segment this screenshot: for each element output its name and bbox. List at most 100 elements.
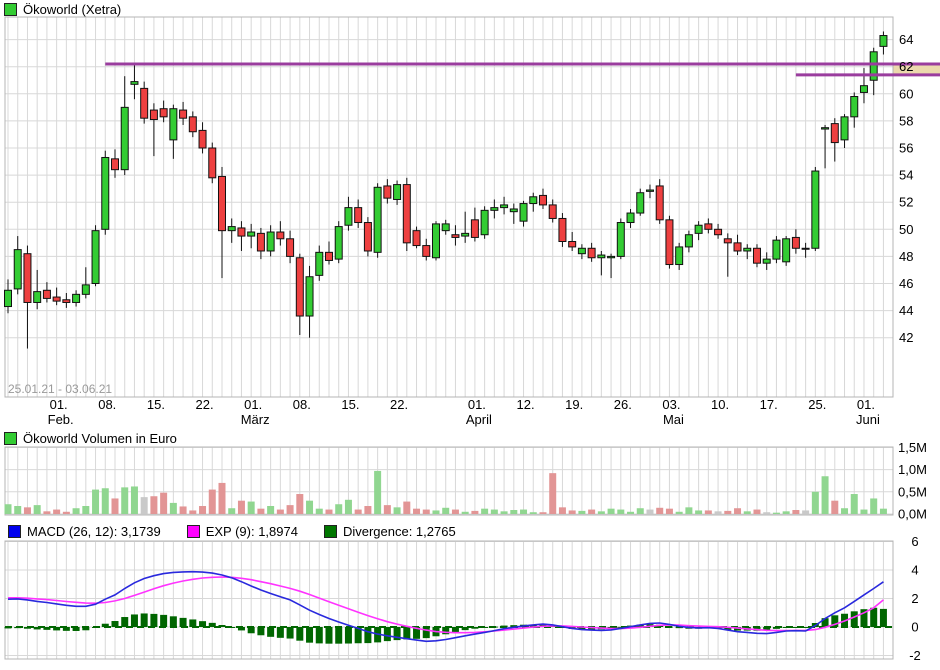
volume-bar [296, 494, 303, 514]
volume-bar [180, 506, 187, 514]
volume-bar [685, 507, 692, 514]
candle [880, 36, 887, 47]
volume-bar [491, 510, 498, 514]
candle [374, 187, 381, 252]
divergence-bar [131, 614, 138, 627]
volume-bar [394, 507, 401, 514]
divergence-bar [267, 627, 274, 637]
price-axis-label: 42 [899, 330, 913, 345]
divergence-bar [238, 627, 245, 630]
volume-bar [364, 506, 371, 514]
volume-bar [851, 494, 858, 514]
divergence-bar [257, 627, 264, 635]
candle [588, 248, 595, 257]
volume-panel-title: Ökoworld Volumen in Euro [4, 431, 177, 446]
volume-bar [627, 512, 634, 514]
volume-bar [870, 498, 877, 514]
volume-bar [267, 506, 274, 514]
candle [5, 290, 12, 306]
volume-bar [676, 512, 683, 514]
divergence-bar [325, 627, 332, 644]
volume-bar [160, 493, 167, 514]
divergence-bar [73, 627, 80, 631]
divergence-bar [121, 617, 128, 627]
volume-bar [248, 502, 255, 514]
candle [43, 290, 50, 298]
divergence-bar [870, 608, 877, 627]
volume-panel-border [5, 447, 893, 515]
price-axis-label: 60 [899, 86, 913, 101]
divergence-bar [423, 627, 430, 638]
candle [82, 285, 89, 294]
candle [559, 218, 566, 241]
date-axis-label: 01. [50, 397, 68, 412]
candle [199, 130, 206, 148]
price-panel-border [5, 17, 893, 397]
volume-bar [744, 511, 751, 514]
candle [423, 246, 430, 257]
volume-bar [24, 507, 31, 514]
divergence-bar [218, 625, 225, 627]
volume-bar [209, 490, 216, 514]
candle [413, 231, 420, 246]
divergence-bar [364, 627, 371, 643]
volume-bar [355, 510, 362, 514]
macd-legend-label: MACD (26, 12): 3,1739 [27, 524, 161, 539]
macd-panel-border [5, 541, 893, 659]
divergence-bar [501, 626, 508, 627]
candle [481, 210, 488, 234]
divergence-bar [287, 627, 294, 639]
price-axis-label: 48 [899, 249, 913, 264]
volume-bar [880, 509, 887, 514]
volume-bar [189, 510, 196, 514]
volume-bar [111, 498, 118, 514]
volume-bar [481, 509, 488, 514]
candle [715, 229, 722, 234]
macd-axis-label: 0 [911, 620, 918, 635]
candle [150, 110, 157, 119]
volume-axis-label: 1,5M [898, 440, 927, 455]
chart-svg: 42444648505254565860626401.Feb.08.15.22.… [0, 0, 940, 670]
candle [189, 117, 196, 132]
month-axis-label: April [466, 412, 492, 427]
macd-panel[interactable]: 6420-2 [5, 534, 921, 663]
candle [685, 235, 692, 247]
candle [452, 235, 459, 238]
candle [627, 213, 634, 222]
candle [403, 185, 410, 243]
date-axis-label: 17. [760, 397, 778, 412]
volume-bar [617, 510, 624, 514]
volume-bar [501, 511, 508, 514]
candle [73, 294, 80, 302]
candle [296, 258, 303, 316]
price-panel[interactable]: 42444648505254565860626401.Feb.08.15.22.… [5, 17, 940, 427]
divergence-bar [792, 627, 799, 628]
volume-bar [403, 502, 410, 514]
legend-item-divergence[interactable]: Divergence: 1,2765 [324, 524, 456, 539]
divergence-bar [82, 627, 89, 630]
candle [637, 193, 644, 213]
candle [695, 225, 702, 233]
volume-panel[interactable]: 0,0M0,5M1,0M1,5M [5, 440, 927, 522]
volume-bar [34, 505, 41, 514]
candle [822, 128, 829, 129]
divergence-bar [160, 615, 167, 627]
candle [734, 243, 741, 251]
legend-item-macd[interactable]: MACD (26, 12): 3,1739 [8, 524, 161, 539]
volume-bar [287, 505, 294, 514]
volume-bar [734, 508, 741, 514]
candle [753, 248, 760, 263]
volume-bar [73, 508, 80, 514]
exp-series-swatch-icon [187, 525, 200, 538]
candle [491, 208, 498, 211]
volume-bar [374, 471, 381, 514]
volume-bar [345, 500, 352, 514]
price-series-swatch-icon [4, 3, 17, 16]
divergence-bar [773, 627, 780, 629]
legend-item-exp[interactable]: EXP (9): 1,8974 [187, 524, 298, 539]
divergence-bar [335, 627, 342, 644]
volume-bar [802, 510, 809, 514]
divergence-bar [802, 627, 809, 628]
divergence-bar [452, 627, 459, 632]
date-axis-label: 25. [808, 397, 826, 412]
